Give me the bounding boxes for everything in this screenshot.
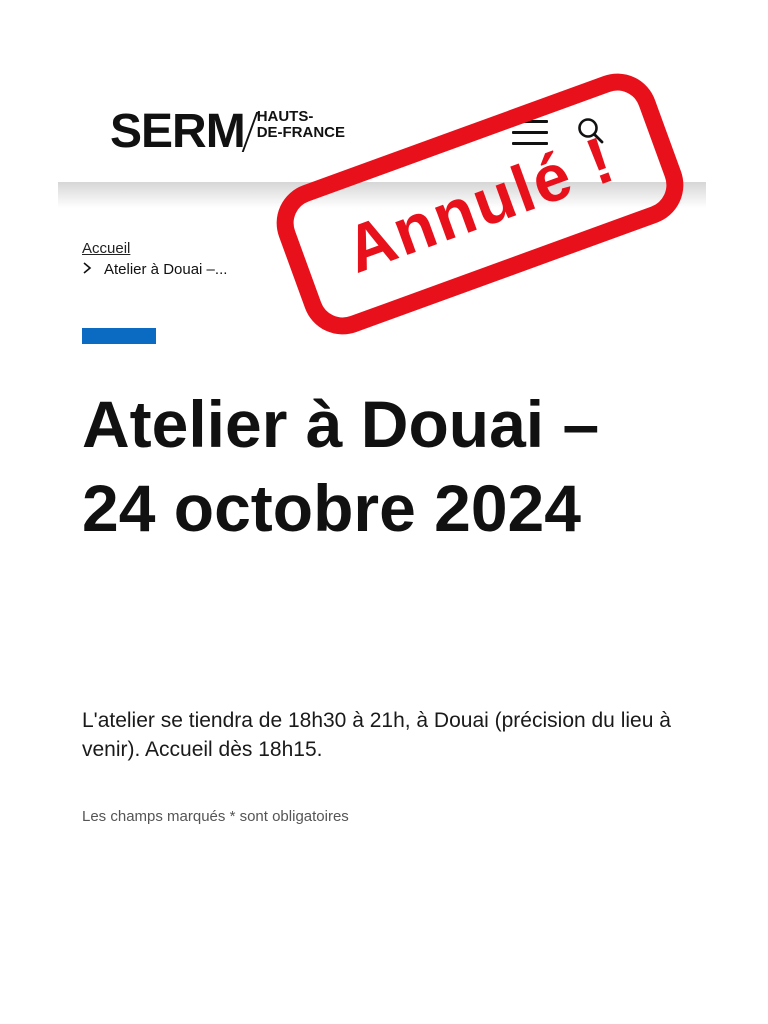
site-logo[interactable]: SERM HAUTS- DE-FRANCE (110, 104, 345, 160)
logo-region: HAUTS- DE-FRANCE (257, 109, 345, 141)
chevron-right-icon (82, 259, 96, 280)
page-title: Atelier à Douai – 24 octobre 2024 (82, 387, 600, 545)
logo-region-line1: HAUTS- (256, 108, 314, 125)
breadcrumb-home-link[interactable]: Accueil (82, 240, 130, 257)
logo-wordmark: SERM (110, 105, 246, 158)
required-fields-note: Les champs marqués * sont obligatoires (82, 808, 349, 825)
breadcrumb: Accueil Atelier à Douai –... (82, 238, 227, 280)
page: SERM HAUTS- DE-FRANCE Accueil Atelier à … (0, 0, 768, 1024)
title-accent-bar (82, 328, 156, 344)
breadcrumb-current: Atelier à Douai –... (104, 261, 228, 278)
logo-region-line2: DE-FRANCE (256, 124, 346, 141)
event-description: L'atelier se tiendra de 18h30 à 21h, à D… (82, 709, 671, 761)
